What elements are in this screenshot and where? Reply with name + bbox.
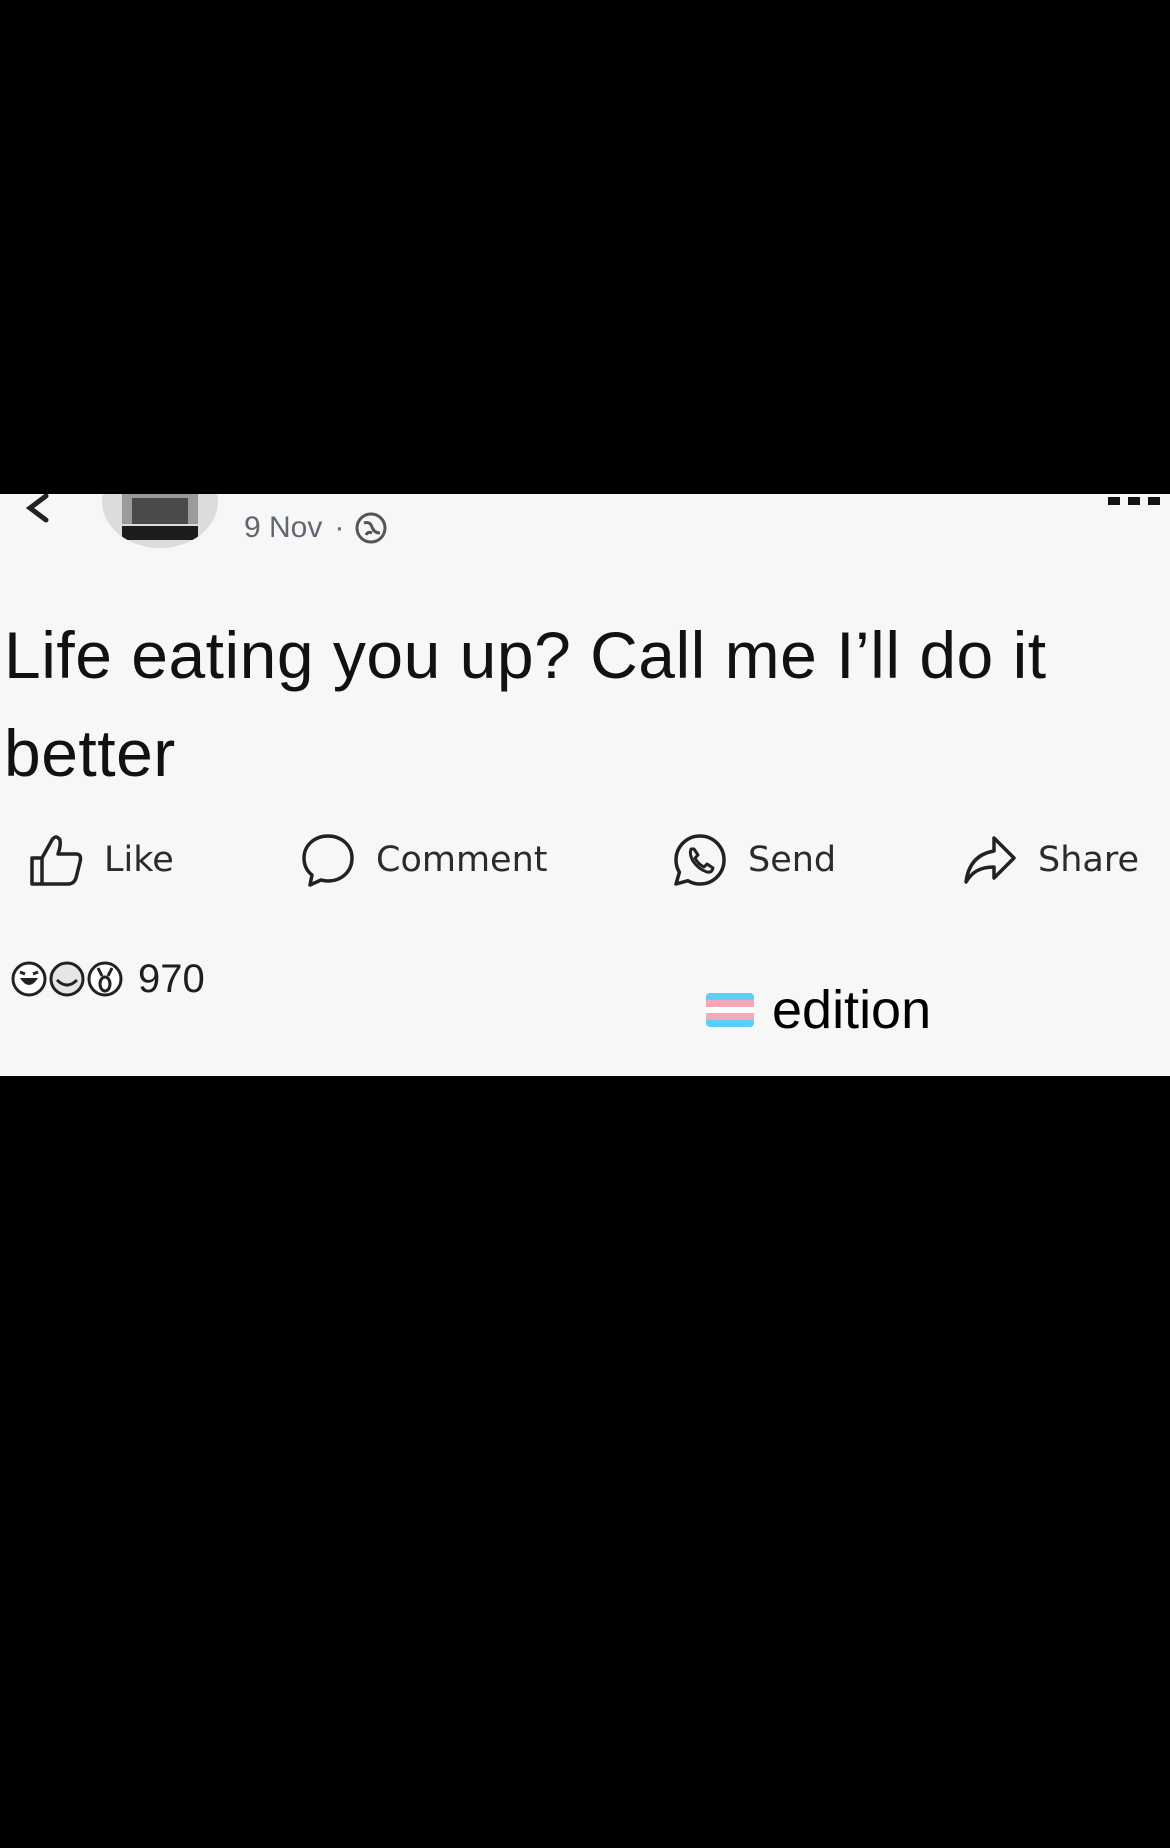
flag-stripe — [706, 999, 754, 1007]
more-options-button[interactable] — [1106, 494, 1164, 505]
like-button[interactable]: Like — [28, 830, 174, 890]
comment-icon — [302, 834, 354, 887]
whatsapp-icon — [674, 834, 726, 886]
meta-separator: · — [334, 511, 345, 544]
laugh-reaction-icon — [11, 961, 47, 997]
flag-stripe — [706, 1006, 754, 1014]
share-arrow-icon — [964, 836, 1016, 884]
post-text: Life eating you up? Call me I’ll do it b… — [4, 618, 1047, 790]
share-button[interactable]: Share — [962, 830, 1139, 890]
overlay-caption: edition — [706, 980, 931, 1040]
back-button[interactable] — [16, 494, 56, 524]
more-dots-icon — [1108, 497, 1160, 505]
flag-stripe — [706, 1013, 754, 1021]
flag-stripe — [706, 1020, 754, 1027]
post-date: 9 Nov — [244, 511, 323, 544]
comment-button[interactable]: Comment — [300, 830, 547, 890]
reaction-count: 970 — [138, 956, 205, 1001]
care-reaction-icon — [49, 961, 85, 997]
transgender-flag-icon — [706, 993, 754, 1027]
reactions-summary[interactable]: 970 — [10, 956, 205, 1002]
facebook-post-card: 9 Nov · Life eating you up? Call me I’ll… — [0, 494, 1170, 1076]
send-button[interactable]: Send — [672, 830, 836, 890]
chevron-left-icon — [25, 494, 49, 523]
thumbs-up-icon — [30, 835, 83, 886]
video-frame: 9 Nov · Life eating you up? Call me I’ll… — [0, 0, 1170, 1848]
share-label: Share — [1038, 840, 1140, 880]
post-meta: 9 Nov · — [244, 508, 388, 548]
globe-icon — [355, 512, 387, 544]
comment-label: Comment — [376, 840, 548, 880]
send-label: Send — [748, 840, 837, 880]
flag-stripe — [706, 993, 754, 1000]
wow-reaction-icon — [87, 961, 123, 997]
avatar[interactable] — [102, 494, 218, 548]
like-label: Like — [104, 840, 174, 880]
caption-text: edition — [772, 980, 932, 1040]
post-actions-bar: Like Comment Send Share — [0, 830, 1170, 890]
